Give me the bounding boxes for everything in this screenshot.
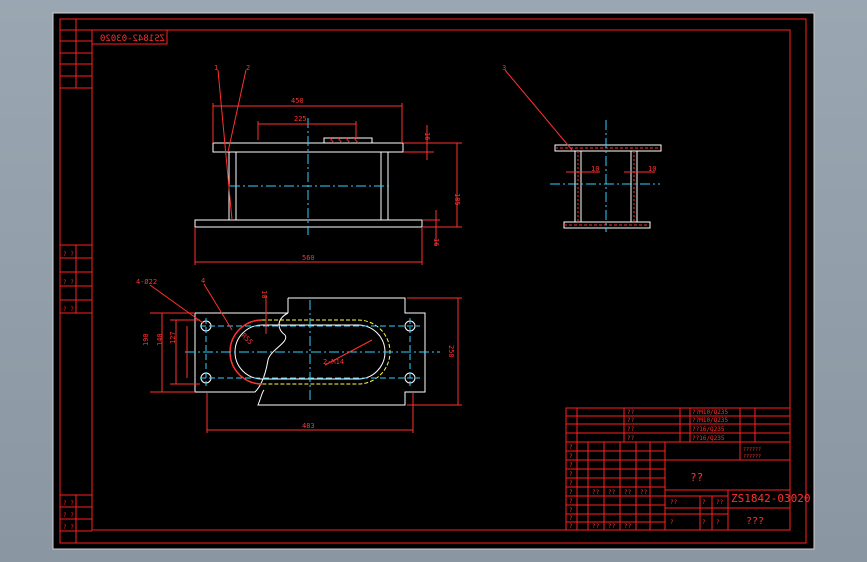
bom-name: ??	[627, 409, 635, 416]
dim-185: 185	[453, 193, 461, 206]
dim-10-left: 10	[591, 165, 599, 173]
dim-190: 190	[142, 333, 150, 346]
tb-cell: ?	[716, 519, 720, 526]
dim-10-right: 10	[648, 165, 656, 173]
callout-holes: 4-Ø22	[136, 278, 157, 286]
tb-cell: ?	[569, 489, 573, 496]
tb-cell: ?	[569, 480, 573, 487]
tb-cell: ??	[592, 489, 600, 496]
dim-225: 225	[294, 115, 307, 123]
tb-cell: ??	[624, 489, 632, 496]
part-number: ZS1842-03020	[731, 492, 810, 505]
tb-cell: ?	[569, 444, 573, 451]
tb-cell: ?	[569, 515, 573, 522]
callout-4: 4	[201, 277, 205, 285]
margin-mark: ? ?	[63, 500, 74, 507]
callout-3: 3	[502, 64, 506, 72]
tb-cell: ?	[569, 498, 573, 505]
bom-spec: ??16/Q235	[692, 435, 725, 442]
tb-cell: ??	[592, 523, 600, 530]
margin-mark: ? ?	[63, 524, 74, 531]
tb-cell: ??	[608, 523, 616, 530]
dim-250: 250	[447, 345, 455, 358]
tb-cell: ??	[670, 499, 678, 506]
mirrored-part-number: ZS1842-03020	[100, 34, 165, 44]
tb-cell: ?	[569, 462, 573, 469]
bom-spec: ??M10/Q235	[692, 409, 729, 416]
tb-cell: ?	[702, 499, 706, 506]
margin-mark: ? ?	[63, 306, 74, 313]
tb-cell: ??	[716, 499, 724, 506]
cad-drawing: ? ? ? ? ? ? ? ? ? ? ? ? ZS1842-03020 1 2	[52, 12, 815, 550]
tb-cell: ?	[670, 519, 674, 526]
company-line-2: ??????	[743, 454, 761, 460]
thread-label: 2-M14	[323, 358, 344, 366]
tb-cell: ??	[640, 489, 648, 496]
dim-10-plan: 10	[260, 290, 268, 298]
callout-1: 1	[214, 64, 218, 72]
margin-mark: ? ?	[63, 512, 74, 519]
bom-name: ??	[627, 417, 635, 424]
bom-spec: ??16/Q235	[692, 426, 725, 433]
bom-spec: ??M10/Q235	[692, 417, 729, 424]
dim-16-top: 16	[423, 132, 431, 140]
callout-2: 2	[246, 64, 250, 72]
tb-cell: ?	[569, 453, 573, 460]
bom-name: ??	[627, 426, 635, 433]
dim-16-bottom: 16	[432, 238, 440, 246]
subtitle-placeholder: ???	[746, 516, 764, 527]
tb-cell: ?	[569, 507, 573, 514]
tb-cell: ?	[702, 519, 706, 526]
company-line-1: ??????	[743, 447, 761, 453]
margin-mark: ? ?	[63, 279, 74, 286]
dim-483: 483	[302, 422, 315, 430]
bom-name: ??	[627, 435, 635, 442]
tb-cell: ?	[569, 471, 573, 478]
dim-140: 140	[156, 333, 164, 346]
tb-cell: ??	[608, 489, 616, 496]
dim-127: 127	[169, 331, 177, 344]
tb-cell: ??	[624, 523, 632, 530]
tb-cell: ?	[569, 523, 573, 530]
drawing-canvas	[52, 12, 815, 550]
margin-mark: ? ?	[63, 251, 74, 258]
dim-560: 560	[302, 254, 315, 262]
title-placeholder: ??	[690, 471, 703, 484]
dim-450: 450	[291, 97, 304, 105]
